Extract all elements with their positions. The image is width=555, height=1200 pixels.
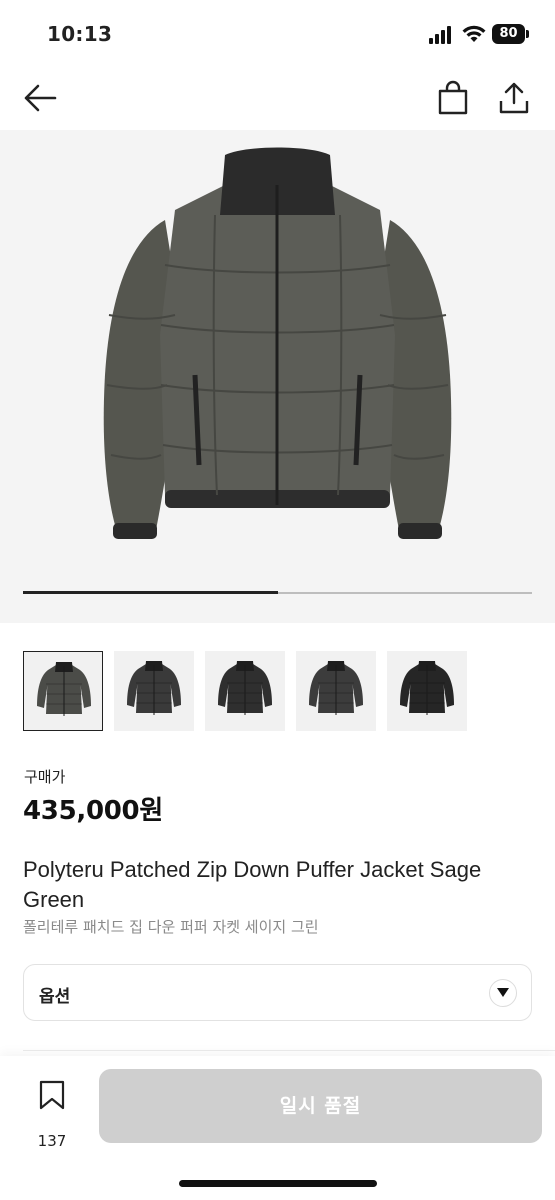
battery-level: 80 xyxy=(492,24,525,44)
wifi-icon xyxy=(462,25,486,42)
home-indicator xyxy=(179,1180,377,1187)
image-progress-bar xyxy=(23,591,532,594)
shopping-bag-icon[interactable] xyxy=(436,80,470,116)
bookmark-count: 137 xyxy=(37,1132,67,1150)
option-select[interactable]: 옵션 xyxy=(23,964,532,1021)
status-bar: 10:13 80 xyxy=(0,0,555,64)
option-dropdown-button[interactable] xyxy=(489,979,517,1007)
sold-out-button[interactable]: 일시 품절 xyxy=(99,1069,542,1143)
option-label: 옵션 xyxy=(39,987,71,1007)
thumbnail-strip xyxy=(23,651,543,731)
product-subtitle: 폴리테루 패치드 집 다운 퍼퍼 자켓 세이지 그린 xyxy=(23,918,319,936)
top-navigation xyxy=(0,70,555,126)
battery-indicator: 80 xyxy=(492,24,530,44)
product-title: Polyteru Patched Zip Down Puffer Jacket … xyxy=(23,857,482,912)
thumbnail-jacket-image xyxy=(309,661,363,715)
thumbnail-jacket-image xyxy=(400,661,454,715)
thumb-1[interactable] xyxy=(23,651,103,731)
bookmark-icon xyxy=(39,1080,65,1110)
price-label: 구매가 xyxy=(24,768,66,786)
product-image-carousel[interactable] xyxy=(0,130,555,623)
back-arrow-icon[interactable] xyxy=(22,82,58,114)
status-time: 10:13 xyxy=(47,22,113,46)
thumbnail-jacket-image xyxy=(218,661,272,715)
thumb-4[interactable] xyxy=(296,651,376,731)
product-price: 435,000원 xyxy=(23,796,163,826)
thumbnail-jacket-image xyxy=(37,662,91,716)
bookmark-button[interactable]: 137 xyxy=(30,1076,74,1150)
thumb-3[interactable] xyxy=(205,651,285,731)
bottom-action-bar: 137 일시 품절 xyxy=(0,1056,555,1200)
divider xyxy=(23,1050,555,1051)
chevron-down-icon xyxy=(497,988,509,997)
thumb-2[interactable] xyxy=(114,651,194,731)
thumbnail-jacket-image xyxy=(127,661,181,715)
share-icon[interactable] xyxy=(497,80,531,116)
thumb-5[interactable] xyxy=(387,651,467,731)
product-image xyxy=(103,147,452,539)
cellular-signal-icon xyxy=(429,26,451,44)
image-progress-fill xyxy=(23,591,278,594)
